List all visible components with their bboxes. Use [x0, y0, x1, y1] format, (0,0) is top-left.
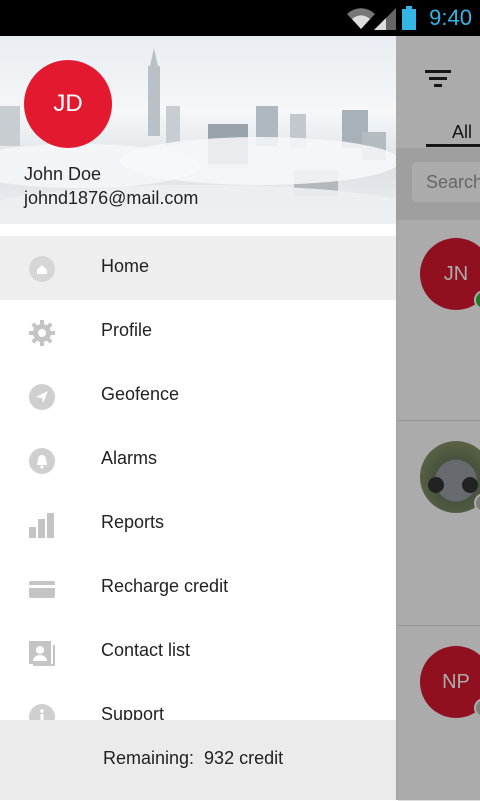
battery-icon: [402, 6, 416, 30]
menu-item-profile[interactable]: Profile: [0, 300, 396, 364]
menu-item-geofence[interactable]: Geofence: [0, 364, 396, 428]
drawer-menu: Home Profile Geofence Alarms Reports Rec…: [0, 236, 396, 748]
navigation-icon: [29, 384, 55, 410]
gear-icon: [29, 320, 55, 346]
drawer-header: JD John Doe johnd1876@mail.com: [0, 36, 396, 224]
menu-item-reports[interactable]: Reports: [0, 492, 396, 556]
menu-item-label: Geofence: [101, 384, 180, 404]
user-email: johnd1876@mail.com: [24, 188, 199, 208]
user-avatar[interactable]: JD: [24, 60, 112, 148]
menu-item-label: Recharge credit: [101, 576, 229, 596]
contacts-icon: [29, 641, 55, 666]
menu-item-recharge-credit[interactable]: Recharge credit: [0, 556, 396, 620]
bar-chart-icon: [29, 513, 54, 538]
menu-item-label: Contact list: [101, 640, 191, 660]
user-name: John Doe: [24, 164, 102, 184]
menu-item-contact-list[interactable]: Contact list: [0, 620, 396, 684]
home-icon: [29, 256, 55, 282]
remaining-credit: Remaining: 932 credit: [103, 748, 284, 768]
status-bar: 9:40: [0, 0, 480, 36]
menu-item-home[interactable]: Home: [0, 236, 396, 300]
wifi-icon: [347, 8, 375, 29]
menu-item-label: Alarms: [101, 448, 158, 468]
menu-item-label: Home: [101, 256, 150, 276]
signal-icon: [374, 8, 396, 30]
credit-card-icon: [29, 581, 55, 598]
navigation-drawer: JD John Doe johnd1876@mail.com Home Prof…: [0, 36, 396, 800]
menu-item-alarms[interactable]: Alarms: [0, 428, 396, 492]
bell-icon: [29, 448, 55, 474]
clock: 9:40: [429, 5, 472, 30]
menu-item-label: Reports: [101, 512, 165, 532]
menu-item-label: Profile: [101, 320, 153, 340]
credit-footer: Remaining: 932 credit: [0, 720, 396, 800]
